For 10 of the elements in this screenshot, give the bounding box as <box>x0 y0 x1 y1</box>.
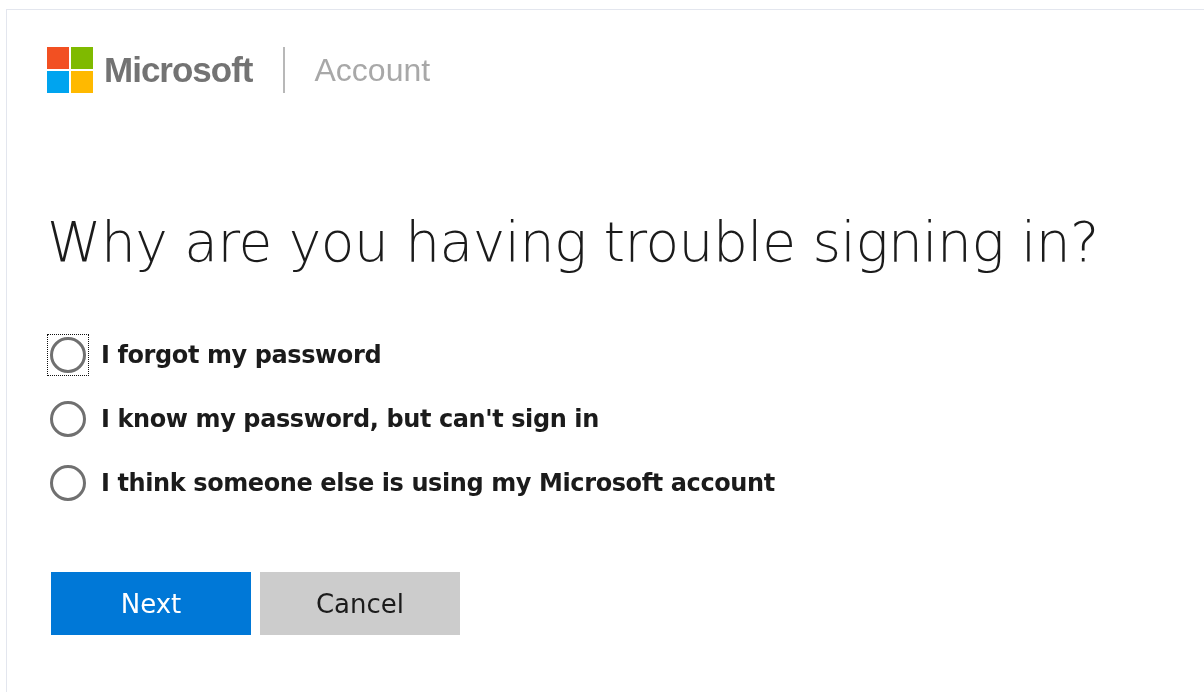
logo-icon <box>47 47 93 93</box>
radio-button[interactable] <box>47 334 89 376</box>
option-label[interactable]: I know my password, but can't sign in <box>101 405 599 433</box>
cancel-button[interactable]: Cancel <box>260 572 460 635</box>
option-label[interactable]: I think someone else is using my Microsoft account <box>101 469 775 497</box>
section-title: Account <box>314 51 431 89</box>
next-button[interactable]: Next <box>51 572 251 635</box>
brand-name: Microsoft <box>104 50 253 90</box>
option-label[interactable]: I forgot my password <box>101 341 382 369</box>
page-heading: Why are you having trouble signing in? <box>47 209 1100 276</box>
